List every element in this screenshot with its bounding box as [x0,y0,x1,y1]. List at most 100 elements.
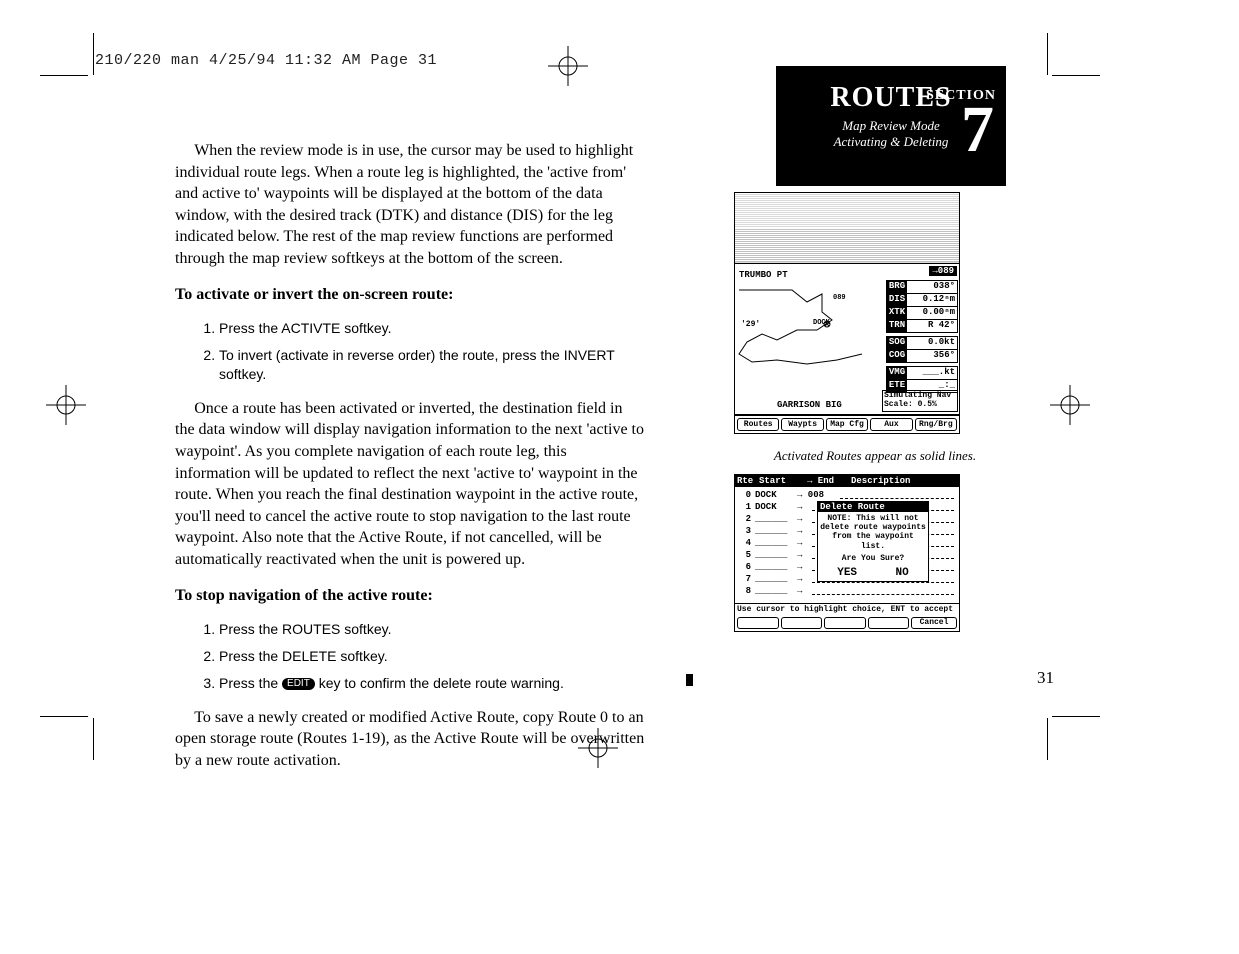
softkey[interactable]: Routes [737,418,779,431]
softkey-blank [781,617,823,629]
step-text: Press the [219,675,282,691]
step: Press the EDIT key to confirm the delete… [219,674,645,693]
route-start: ______ [751,538,797,548]
map-waypoint-label: TRUMBO PT [739,270,788,280]
nav-row: DIS0.12ⁿm [886,294,958,307]
step-text: key to confirm the delete route warning. [315,675,564,691]
section-subtitle: Map Review Mode Activating & Deleting [816,118,966,149]
popup-body: NOTE: This will not delete route waypoin… [818,512,928,565]
route-start: ______ [751,562,797,572]
softkey[interactable]: Rng/Brg [915,418,957,431]
route-num: 6 [737,562,751,572]
route-num: 7 [737,574,751,584]
nav-value: 356° [907,350,957,362]
step: To invert (activate in reverse order) th… [219,346,645,384]
nav-tag: DIS [887,294,907,306]
nav-row: SOG0.0kt [886,336,958,350]
print-mark-icon [686,674,693,686]
softkey[interactable]: Aux [870,418,912,431]
route-list-body: 0DOCK→ 008 1DOCK→ 2______→ 3______→ 4___… [735,487,959,603]
arrow-icon: → [797,502,809,512]
arrow-icon: → [797,538,809,548]
registration-mark-icon [548,46,588,86]
heading-badge: →089 [929,266,957,276]
softkey[interactable]: Map Cfg [826,418,868,431]
step-list: Press the ACTIVTE softkey. To invert (ac… [175,319,645,384]
crop-mark [1052,75,1100,76]
step: Press the DELETE softkey. [219,647,645,666]
map-body: →089 TRUMBO PT '29' DOCK 089 GARRISON BI… [735,264,959,415]
sim-status-box: Simulating Nav Scale: 0.5% [882,390,958,412]
body-text-column: When the review mode is in use, the curs… [175,140,645,786]
delete-route-popup: Delete Route NOTE: This will not delete … [817,501,929,582]
nav-value: ___.kt [907,367,957,379]
route-num: 5 [737,550,751,560]
arrow-icon: → [797,574,809,584]
route-start: DOCK [751,502,797,512]
step-list: Press the ROUTES softkey. Press the DELE… [175,620,645,693]
page-number: 31 [1037,668,1054,688]
print-header: 210/220 man 4/25/94 11:32 AM Page 31 [95,52,437,69]
route-num: 2 [737,514,751,524]
popup-title: Delete Route [818,502,928,512]
softkey-row: Cancel [735,615,959,631]
paragraph: When the review mode is in use, the curs… [175,140,645,270]
nav-value: 0.12ⁿm [907,294,957,306]
route-start: ______ [751,514,797,524]
col-header: Start [759,476,807,486]
popup-note: NOTE: This will not delete route waypoin… [820,514,926,551]
arrow-icon: → [797,562,809,572]
crop-mark [40,716,88,717]
paragraph: To save a newly created or modified Acti… [175,707,645,772]
map-review-screenshot: →089 TRUMBO PT '29' DOCK 089 GARRISON BI… [734,192,960,434]
step: Press the ACTIVTE softkey. [219,319,645,338]
no-button[interactable]: NO [896,567,909,579]
softkey[interactable]: Waypts [781,418,823,431]
sim-line: Scale: 0.5% [884,401,956,410]
cancel-softkey[interactable]: Cancel [911,617,957,629]
nav-value: 0.00ⁿm [907,307,957,319]
route-num: 8 [737,586,751,596]
registration-mark-icon [1050,385,1090,425]
sidebar-column: ROUTES SECTION 7 Map Review Mode Activat… [740,66,1010,632]
col-header: Description [851,476,957,486]
softkey-blank [824,617,866,629]
figure-caption: Activated Routes appear as solid lines. [740,448,1010,464]
map-waypoint-label: GARRISON BIG [777,400,842,410]
step: Press the ROUTES softkey. [219,620,645,639]
softkey-blank [868,617,910,629]
crop-mark [40,75,88,76]
page: 210/220 man 4/25/94 11:32 AM Page 31 Whe… [0,0,1239,954]
route-start: ______ [751,550,797,560]
nav-value: 0.0kt [907,337,957,349]
col-header: Rte [737,476,759,486]
nav-row: VMG___.kt [886,366,958,380]
nav-row: COG356° [886,350,958,363]
delete-route-screenshot: Rte Start → End Description 0DOCK→ 008 1… [734,474,960,632]
route-row: 0DOCK→ 008 [737,489,957,501]
edit-key-icon: EDIT [282,678,315,690]
nav-tag: BRG [887,281,907,293]
popup-buttons: YES NO [818,565,928,581]
route-num: 1 [737,502,751,512]
subtitle-line: Activating & Deleting [834,134,949,149]
coastline-icon [737,282,882,392]
route-row: 8______→ [737,585,957,597]
popup-question: Are You Sure? [820,554,926,563]
col-header: → End [807,476,851,486]
map-header-texture [735,193,959,264]
route-start: ______ [751,586,797,596]
dash-fill [812,588,954,595]
crop-mark [93,33,94,75]
nav-tag: SOG [887,337,907,349]
nav-row: BRG038° [886,280,958,294]
route-num: 0 [737,490,751,500]
crop-mark [1047,718,1048,760]
yes-button[interactable]: YES [837,567,857,579]
nav-tag: VMG [887,367,907,379]
softkey-row: Routes Waypts Map Cfg Aux Rng/Brg [735,415,959,433]
registration-mark-icon [46,385,86,425]
route-start: DOCK [751,490,797,500]
status-bar: Use cursor to highlight choice, ENT to a… [735,603,959,615]
arrow-icon: → [797,514,809,524]
